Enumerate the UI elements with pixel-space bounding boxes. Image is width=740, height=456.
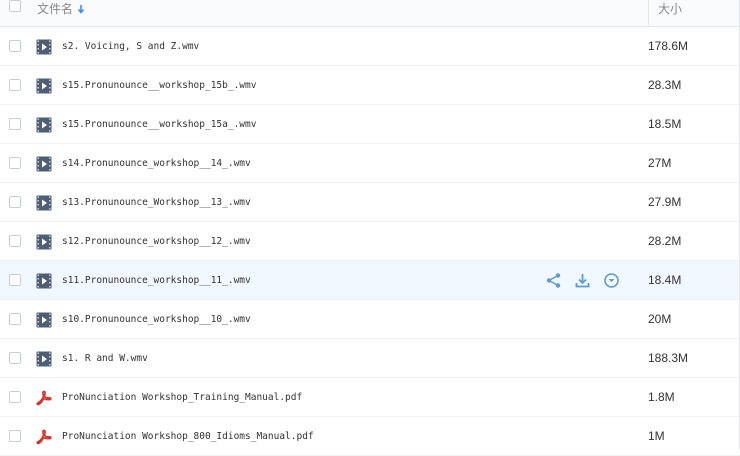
file-name[interactable]: s2. Voicing, S and Z.wmv	[62, 27, 199, 66]
row-checkbox[interactable]	[9, 274, 21, 286]
file-name[interactable]: s10.Pronunounce_workshop__10_.wmv	[62, 300, 251, 339]
column-divider	[648, 0, 649, 27]
row-checkbox[interactable]	[9, 79, 21, 91]
video-icon	[36, 195, 52, 211]
pdf-icon	[36, 390, 52, 406]
file-row[interactable]: s11.Pronunounce_workshop__11_.wmv 18.4M	[0, 261, 740, 300]
file-name[interactable]: ProNunciation Workshop_800_Idioms_Manual…	[62, 417, 314, 456]
video-icon	[36, 78, 52, 94]
file-row[interactable]: s12.Pronunounce_workshop__12_.wmv 28.2M	[0, 222, 740, 261]
file-row[interactable]: s1. R and W.wmv 188.3M	[0, 339, 740, 378]
file-size: 27M	[648, 156, 672, 170]
file-size: 1M	[648, 429, 665, 443]
file-size: 18.4M	[648, 273, 682, 287]
row-checkbox[interactable]	[9, 313, 21, 325]
file-size: 27.9M	[648, 195, 682, 209]
file-row[interactable]: ProNunciation Workshop_Training_Manual.p…	[0, 378, 740, 417]
file-size: 18.5M	[648, 117, 682, 131]
sort-down-icon	[77, 4, 85, 14]
file-row[interactable]: s15.Pronunounce__workshop_15a_.wmv 18.5M	[0, 105, 740, 144]
file-row[interactable]: s15.Pronunounce__workshop_15b_.wmv 28.3M	[0, 66, 740, 105]
row-checkbox[interactable]	[9, 118, 21, 130]
video-icon	[36, 156, 52, 172]
file-size: 1.8M	[648, 390, 675, 404]
file-size: 20M	[648, 312, 672, 326]
row-checkbox[interactable]	[9, 352, 21, 364]
file-name[interactable]: s15.Pronunounce__workshop_15b_.wmv	[62, 66, 256, 105]
share-icon	[545, 272, 562, 289]
video-icon	[36, 234, 52, 250]
row-checkbox[interactable]	[9, 157, 21, 169]
file-size: 28.2M	[648, 234, 682, 248]
video-icon	[36, 351, 52, 367]
video-icon	[36, 312, 52, 328]
file-name[interactable]: s1. R and W.wmv	[62, 339, 148, 378]
file-name[interactable]: s11.Pronunounce_workshop__11_.wmv	[62, 261, 251, 300]
file-row[interactable]: s13.Pronunounce_Workshop__13_.wmv 27.9M	[0, 183, 740, 222]
more-icon	[603, 272, 620, 289]
row-checkbox[interactable]	[9, 430, 21, 442]
column-header-size[interactable]: 大小	[658, 0, 682, 17]
file-row[interactable]: s10.Pronunounce_workshop__10_.wmv 20M	[0, 300, 740, 339]
file-name[interactable]: ProNunciation Workshop_Training_Manual.p…	[62, 378, 302, 417]
share-button[interactable]	[545, 272, 562, 289]
video-icon	[36, 39, 52, 55]
file-name[interactable]: s13.Pronunounce_Workshop__13_.wmv	[62, 183, 251, 222]
column-header-name[interactable]: 文件名	[37, 0, 85, 17]
file-list-header: 文件名 大小	[0, 0, 740, 27]
row-checkbox[interactable]	[9, 391, 21, 403]
row-checkbox[interactable]	[9, 40, 21, 52]
video-icon	[36, 117, 52, 133]
download-icon	[574, 272, 591, 289]
row-actions	[545, 272, 620, 289]
file-list: s2. Voicing, S and Z.wmv 178.6M s15.Pronun…	[0, 27, 740, 456]
row-checkbox[interactable]	[9, 196, 21, 208]
file-row[interactable]: s2. Voicing, S and Z.wmv 178.6M	[0, 27, 740, 66]
file-size: 28.3M	[648, 78, 682, 92]
file-name[interactable]: s14.Pronunounce_workshop__14_.wmv	[62, 144, 251, 183]
row-checkbox[interactable]	[9, 235, 21, 247]
column-header-name-label: 文件名	[37, 2, 74, 16]
more-button[interactable]	[603, 272, 620, 289]
download-button[interactable]	[574, 272, 591, 289]
video-icon	[36, 273, 52, 289]
file-name[interactable]: s12.Pronunounce_workshop__12_.wmv	[62, 222, 251, 261]
file-row[interactable]: s14.Pronunounce_workshop__14_.wmv 27M	[0, 144, 740, 183]
file-row[interactable]: ProNunciation Workshop_800_Idioms_Manual…	[0, 417, 740, 456]
file-name[interactable]: s15.Pronunounce__workshop_15a_.wmv	[62, 105, 256, 144]
file-size: 178.6M	[648, 39, 689, 53]
pdf-icon	[36, 429, 52, 445]
select-all-checkbox[interactable]	[9, 0, 21, 12]
file-size: 188.3M	[648, 351, 689, 365]
